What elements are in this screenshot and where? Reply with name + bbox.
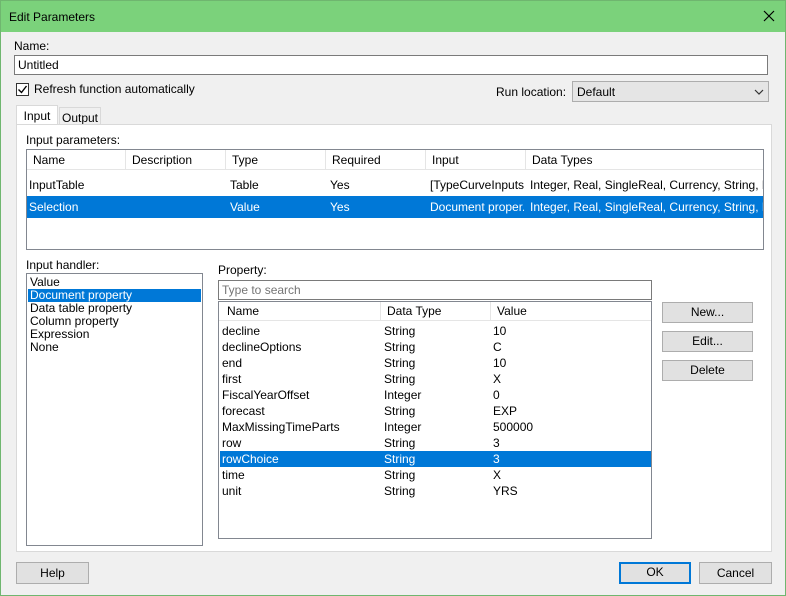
input-parameters-label: Input parameters: — [26, 133, 121, 147]
refresh-checkbox[interactable] — [16, 83, 29, 96]
cell-data-type: String — [384, 484, 416, 498]
table-row[interactable]: end String 10 — [220, 355, 651, 371]
checkmark-icon — [18, 85, 28, 94]
table-row[interactable]: InputTable Table Yes [TypeCurveInputs...… — [27, 174, 763, 196]
cell-value: C — [493, 340, 502, 354]
cell-value: YRS — [493, 484, 518, 498]
list-item-none[interactable]: None — [28, 341, 201, 354]
edit-button[interactable]: Edit... — [662, 331, 753, 352]
cell-value: 3 — [493, 436, 500, 450]
cell-data-type: String — [384, 452, 416, 466]
title-bar: Edit Parameters — [1, 1, 785, 32]
refresh-label: Refresh function automatically — [34, 82, 195, 96]
window-title: Edit Parameters — [9, 10, 96, 24]
cell-input: [TypeCurveInputs... — [430, 178, 524, 192]
name-label: Name: — [14, 39, 50, 53]
cell-data-type: String — [384, 324, 416, 338]
cell-name: first — [222, 372, 242, 386]
cell-value: EXP — [493, 404, 518, 418]
cell-required: Yes — [330, 178, 350, 192]
table-row[interactable]: row String 3 — [220, 435, 651, 451]
cell-value: X — [493, 372, 502, 386]
cell-value: 3 — [493, 452, 500, 466]
input-tab-panel: Input parameters: Name Description Type … — [16, 124, 772, 552]
chevron-down-icon — [754, 86, 764, 100]
cell-value: X — [493, 468, 502, 482]
cell-name: time — [222, 468, 245, 482]
cell-name: end — [222, 356, 243, 370]
table-row[interactable]: MaxMissingTimeParts Integer 500000 — [220, 419, 651, 435]
column-header-name[interactable]: Name — [27, 150, 126, 170]
property-search-input[interactable] — [218, 280, 652, 300]
delete-button[interactable]: Delete — [662, 360, 753, 381]
cell-value: 500000 — [493, 420, 534, 434]
table-row[interactable]: unit String YRS — [220, 483, 651, 499]
cell-data-type: String — [384, 340, 416, 354]
cell-input: Document proper... — [430, 200, 524, 214]
table-row[interactable]: declineOptions String C — [220, 339, 651, 355]
cell-type: Table — [230, 178, 259, 192]
cell-type: Value — [230, 200, 260, 214]
cell-data-type: Integer — [384, 388, 422, 402]
input-parameters-table: Name Description Type Required Input Dat… — [26, 149, 764, 250]
cell-value: 10 — [493, 324, 507, 338]
cell-value: 0 — [493, 388, 500, 402]
cell-name: FiscalYearOffset — [222, 388, 310, 402]
cell-name: rowChoice — [222, 452, 279, 466]
column-header-name[interactable]: Name — [219, 302, 381, 321]
tab-output[interactable]: Output — [59, 107, 101, 125]
column-header-data-type[interactable]: Data Type — [381, 302, 491, 321]
cell-data-type: String — [384, 404, 416, 418]
cell-name: row — [222, 436, 242, 450]
table-row[interactable]: FiscalYearOffset Integer 0 — [220, 387, 651, 403]
cell-value: 10 — [493, 356, 507, 370]
run-location-value: Default — [577, 85, 616, 99]
new-button[interactable]: New... — [662, 302, 753, 323]
run-location-label: Run location: — [496, 85, 567, 99]
close-icon[interactable] — [757, 4, 781, 28]
run-location-select[interactable]: Default — [572, 81, 769, 102]
cell-data-type: Integer — [384, 420, 422, 434]
cell-data-type: String — [384, 468, 416, 482]
table-row[interactable]: forecast String EXP — [220, 403, 651, 419]
table-row[interactable]: decline String 10 — [220, 323, 651, 339]
cell-name: declineOptions — [222, 340, 302, 354]
edit-parameters-dialog: Edit Parameters Name: Untitled Refresh f… — [0, 0, 786, 596]
cell-name: MaxMissingTimeParts — [222, 420, 340, 434]
name-field[interactable]: Untitled — [14, 55, 768, 75]
cell-name: Selection — [29, 200, 79, 214]
cell-data-type: String — [384, 372, 416, 386]
column-header-required[interactable]: Required — [326, 150, 426, 170]
property-label: Property: — [218, 263, 267, 277]
column-header-type[interactable]: Type — [226, 150, 326, 170]
help-button[interactable]: Help — [16, 562, 89, 584]
table-row[interactable]: time String X — [220, 467, 651, 483]
cell-data-types: Integer, Real, SingleReal, Currency, Str… — [530, 178, 763, 192]
table-row[interactable]: rowChoice String 3 — [220, 451, 651, 467]
cancel-button[interactable]: Cancel — [699, 562, 772, 584]
column-header-description[interactable]: Description — [126, 150, 226, 170]
cell-data-types: Integer, Real, SingleReal, Currency, Str… — [530, 200, 763, 214]
column-header-data-types[interactable]: Data Types — [526, 150, 763, 170]
ok-button[interactable]: OK — [619, 562, 691, 584]
column-header-input[interactable]: Input — [426, 150, 526, 170]
column-header-value[interactable]: Value — [491, 302, 651, 321]
tab-input[interactable]: Input — [16, 105, 58, 125]
input-handler-list: Value Document property Data table prope… — [26, 273, 203, 546]
table-row[interactable]: first String X — [220, 371, 651, 387]
input-handler-label: Input handler: — [26, 258, 100, 272]
cell-name: forecast — [222, 404, 265, 418]
table-row[interactable]: Selection Value Yes Document proper... I… — [27, 196, 763, 218]
cell-name: decline — [222, 324, 261, 338]
cell-name: InputTable — [29, 178, 85, 192]
cell-name: unit — [222, 484, 242, 498]
cell-data-type: String — [384, 356, 416, 370]
property-table: Name Data Type Value decline String 10 d… — [218, 301, 652, 539]
cell-data-type: String — [384, 436, 416, 450]
cell-required: Yes — [330, 200, 350, 214]
